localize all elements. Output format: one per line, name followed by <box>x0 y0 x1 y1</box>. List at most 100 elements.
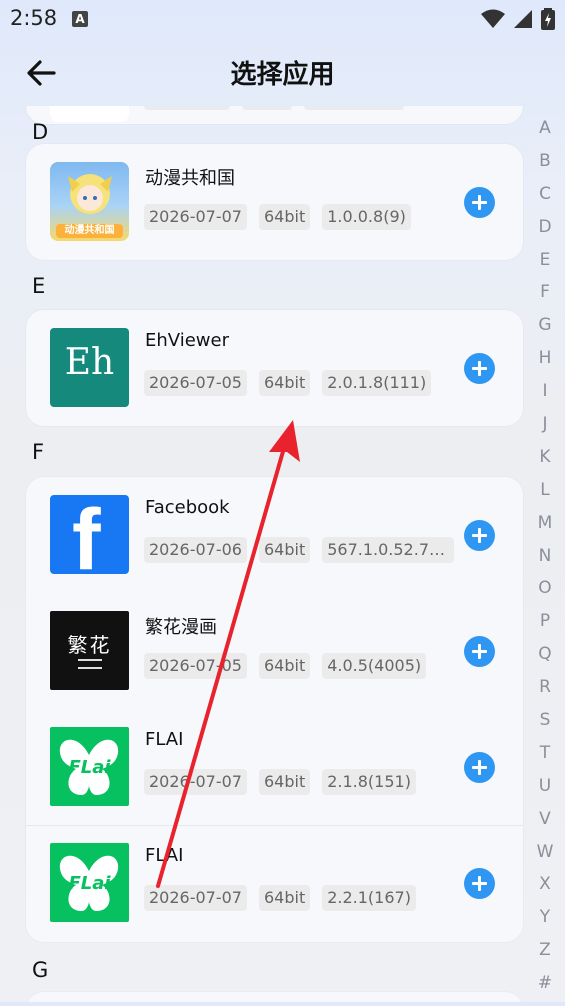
index-letter-o[interactable]: O <box>531 578 559 611</box>
arch-tag: 64bit <box>258 370 311 396</box>
app-tags: 2026-07-07 64bit 2.2.1(167) <box>144 885 416 911</box>
arch-tag: 64bit <box>258 537 311 563</box>
version-tag: 2.1.8(151) <box>322 769 416 795</box>
index-letter-hash[interactable]: # <box>531 973 559 1006</box>
index-letter-y[interactable]: Y <box>531 907 559 940</box>
section-header-g: G <box>32 958 49 982</box>
index-letter-e[interactable]: E <box>531 250 559 283</box>
add-button[interactable] <box>464 353 495 384</box>
alphabet-index[interactable]: A B C D E F G H I J K L M N O P Q R S T U V W X Y Z # <box>531 118 559 1006</box>
section-header-e: E <box>32 274 46 298</box>
index-letter-p[interactable]: P <box>531 611 559 644</box>
arch-tag: 64bit <box>258 204 311 230</box>
add-button[interactable] <box>464 868 495 899</box>
app-icon: 动漫共和国 <box>50 162 129 241</box>
index-letter-a[interactable]: A <box>531 118 559 151</box>
icon-caption: 动漫共和国 <box>64 225 115 236</box>
app-icon: 繁花 <box>50 611 129 690</box>
ehviewer-logo: Eh <box>64 342 115 383</box>
install-date-tag: 2026-07-05 <box>144 370 247 396</box>
app-row[interactable]: FLai FLAI 2026-07-07 64bit 2.2.1(167) <box>26 825 523 941</box>
flai-logo: FLai <box>68 757 111 778</box>
app-name: FLAI <box>145 845 184 866</box>
version-tag: 567.1.0.52.74(… <box>322 537 455 563</box>
index-letter-u[interactable]: U <box>531 776 559 809</box>
flai-logo: FLai <box>68 873 111 894</box>
index-letter-z[interactable]: Z <box>531 940 559 973</box>
version-tag: 2.0.1.8(111) <box>322 370 432 396</box>
facebook-logo: f <box>72 495 101 574</box>
index-letter-j[interactable]: J <box>531 414 559 447</box>
index-letter-s[interactable]: S <box>531 710 559 743</box>
index-letter-l[interactable]: L <box>531 480 559 513</box>
app-icon: FLai <box>50 843 129 922</box>
index-letter-g[interactable]: G <box>531 315 559 348</box>
app-tags: 2026-07-05 64bit 2.0.1.8(111) <box>144 370 432 396</box>
section-header-f: F <box>32 440 45 464</box>
index-letter-x[interactable]: X <box>531 874 559 907</box>
install-date-tag: 2026-07-07 <box>144 769 247 795</box>
add-button[interactable] <box>464 187 495 218</box>
status-icons <box>481 8 555 30</box>
add-button[interactable] <box>464 520 495 551</box>
index-letter-f[interactable]: F <box>531 282 559 315</box>
section-header-d: D <box>32 120 49 144</box>
app-tags: 2026-07-06 64bit 567.1.0.52.74(… <box>144 537 455 563</box>
app-icon: Eh <box>50 328 129 407</box>
index-letter-k[interactable]: K <box>531 447 559 480</box>
fanhua-logo: 繁花 <box>67 633 112 657</box>
app-icon: f <box>50 495 129 574</box>
index-letter-n[interactable]: N <box>531 546 559 579</box>
version-tag: 4.0.5(4005) <box>322 653 427 679</box>
page-title: 选择应用 <box>230 60 335 90</box>
app-row[interactable]: f Facebook 2026-07-06 64bit 567.1.0.52.7… <box>26 477 523 593</box>
partial-app-icon <box>50 106 129 122</box>
fanhua-logo-sub <box>78 659 102 669</box>
app-row[interactable]: 动漫共和国 动漫共和国 2026-07-07 64bit 1.0.0.8(9) <box>26 144 523 260</box>
index-letter-w[interactable]: W <box>531 842 559 875</box>
install-date-tag: 2026-07-05 <box>144 653 247 679</box>
app-list[interactable]: D 动漫共和国 动漫共和国 2026-07-07 64bit 1.0.0.8(9… <box>0 106 565 1002</box>
app-name: EhViewer <box>145 330 229 351</box>
index-letter-r[interactable]: R <box>531 677 559 710</box>
app-row[interactable]: FLai FLAI 2026-07-07 64bit 2.1.8(151) <box>26 709 523 825</box>
notification-icon: A <box>72 11 88 27</box>
index-letter-q[interactable]: Q <box>531 644 559 677</box>
section-card-g <box>26 992 523 1002</box>
install-date-tag: 2026-07-06 <box>144 537 247 563</box>
section-card-f: f Facebook 2026-07-06 64bit 567.1.0.52.7… <box>26 477 523 942</box>
app-card-partial[interactable] <box>26 106 523 124</box>
index-letter-c[interactable]: C <box>531 184 559 217</box>
add-button[interactable] <box>464 752 495 783</box>
app-bar: 选择应用 <box>0 44 565 100</box>
app-tags: 2026-07-05 64bit 4.0.5(4005) <box>144 653 427 679</box>
arch-tag: 64bit <box>258 769 311 795</box>
index-letter-d[interactable]: D <box>531 217 559 250</box>
arch-tag: 64bit <box>258 885 311 911</box>
index-letter-m[interactable]: M <box>531 513 559 546</box>
app-name: FLAI <box>145 729 184 750</box>
index-letter-t[interactable]: T <box>531 743 559 776</box>
row-divider <box>26 825 523 826</box>
battery-icon <box>541 8 555 30</box>
version-tag: 1.0.0.8(9) <box>322 204 411 230</box>
app-tags: 2026-07-07 64bit 1.0.0.8(9) <box>144 204 411 230</box>
app-tags: 2026-07-07 64bit 2.1.8(151) <box>144 769 416 795</box>
add-button[interactable] <box>464 636 495 667</box>
wifi-icon <box>481 9 505 28</box>
app-row[interactable]: Eh EhViewer 2026-07-05 64bit 2.0.1.8(111… <box>26 310 523 426</box>
index-letter-h[interactable]: H <box>531 348 559 381</box>
section-card-d: 动漫共和国 动漫共和国 2026-07-07 64bit 1.0.0.8(9) <box>26 144 523 260</box>
status-bar: 2:58 A <box>0 0 565 38</box>
app-name: Facebook <box>145 497 230 518</box>
index-letter-v[interactable]: V <box>531 809 559 842</box>
app-name: 动漫共和国 <box>145 168 235 189</box>
partial-tags <box>144 106 404 110</box>
version-tag: 2.2.1(167) <box>322 885 416 911</box>
index-letter-b[interactable]: B <box>531 151 559 184</box>
app-row[interactable]: 繁花 繁花漫画 2026-07-05 64bit 4.0.5(4005) <box>26 593 523 709</box>
index-letter-i[interactable]: I <box>531 381 559 414</box>
section-card-e: Eh EhViewer 2026-07-05 64bit 2.0.1.8(111… <box>26 310 523 426</box>
app-icon: FLai <box>50 727 129 806</box>
status-time: 2:58 <box>10 6 58 30</box>
